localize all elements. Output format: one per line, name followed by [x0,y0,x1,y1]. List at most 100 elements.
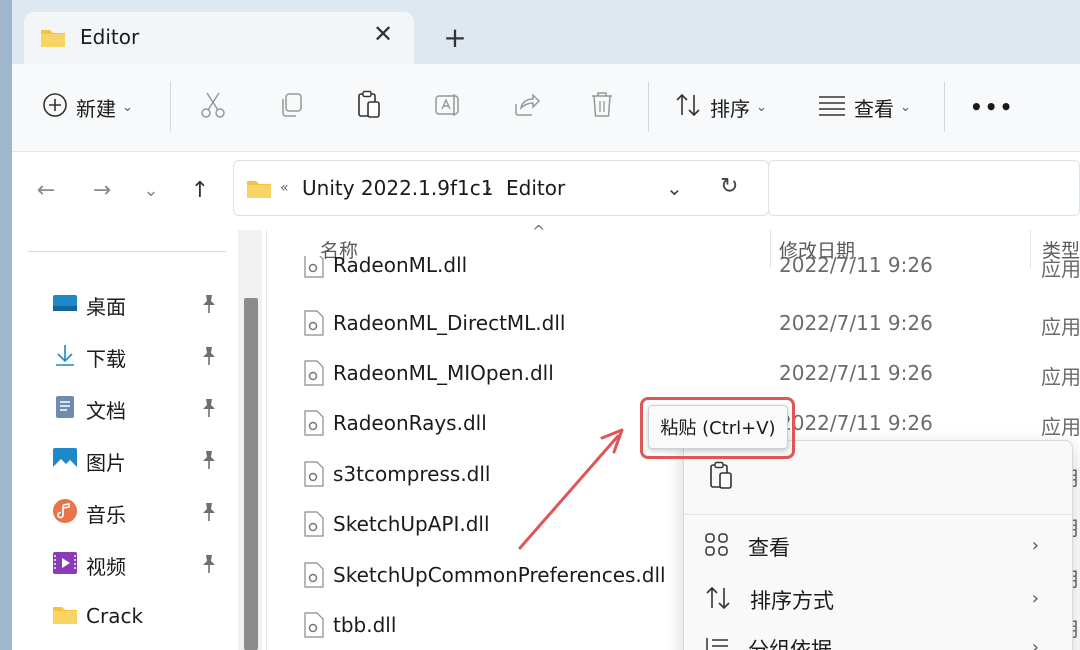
context-menu-item-sort[interactable]: 排序方式 › [704,578,1059,622]
copy-icon [278,92,304,122]
dll-file-icon [304,410,324,440]
sidebar-item-desktop[interactable]: 桌面 [52,288,232,322]
file-date: 2022/7/11 9:26 [779,256,933,277]
sidebar-item-label: 桌面 [86,294,126,319]
sort-label: 排序 [710,96,750,121]
tab-title: Editor [80,25,140,49]
sidebar-item-documents[interactable]: 文档 [52,392,232,426]
new-button[interactable]: 新建 ⌄ [42,64,133,150]
context-menu-label: 排序方式 [750,589,834,613]
pin-icon[interactable] [200,450,218,474]
file-name: SketchUpAPI.dll [333,512,490,536]
file-date: 2022/7/11 9:26 [779,311,933,335]
dll-file-icon [304,612,324,642]
file-name: SketchUpCommonPreferences.dll [333,563,666,587]
trash-icon [590,91,614,123]
rename-icon [434,92,462,122]
context-menu-item-view[interactable]: 查看 › [704,525,1059,569]
sidebar-divider [28,251,226,252]
chevron-right-icon: › [1031,535,1039,556]
dll-file-icon [304,562,324,592]
more-options-button[interactable]: ••• [970,64,1014,150]
sidebar-item-label: 文档 [86,398,126,423]
toolbar-divider [944,82,945,132]
paste-clipboard-icon[interactable] [708,461,734,495]
rename-button[interactable] [434,64,462,150]
sidebar-item-downloads[interactable]: 下载 [52,340,232,374]
paste-button[interactable] [356,64,382,150]
toolbar-divider [170,82,171,132]
clipboard-icon [356,90,382,124]
tab-close-button[interactable]: ✕ [368,20,398,48]
context-menu: 查看 › 排序方式 › 分组依据 › [683,440,1073,650]
pictures-icon [52,447,78,475]
table-row[interactable]: RadeonML.dll 2022/7/11 9:26 应用 [302,256,1080,286]
cut-button[interactable] [200,64,226,150]
sidebar-item-label: Crack [86,604,144,628]
annotation-highlight-box [640,397,795,459]
chevron-down-icon: ⌄ [756,99,767,115]
folder-icon [52,603,78,629]
address-bar[interactable]: « Unity 2022.1.9f1c1 › Editor ⌄ ↻ [233,160,769,216]
pin-icon[interactable] [200,398,218,422]
recent-locations-button[interactable]: ⌄ [133,174,169,206]
forward-button[interactable]: → [84,174,120,206]
sidebar-item-crack[interactable]: Crack [52,599,232,633]
grid-view-icon [704,532,730,562]
dll-file-icon [304,256,324,282]
file-type: 应用 [1041,365,1080,389]
annotation-arrow [518,428,624,550]
dll-file-icon [304,511,324,541]
address-row: ← → ⌄ ↑ « Unity 2022.1.9f1c1 › Editor ⌄ … [12,152,1080,230]
sidebar-item-videos[interactable]: 视频 [52,548,232,582]
view-button[interactable]: 查看 ⌄ [818,64,911,150]
back-button[interactable]: ← [28,174,64,206]
copy-button[interactable] [278,64,304,150]
music-icon [52,498,78,528]
table-row[interactable]: RadeonML_MIOpen.dll 2022/7/11 9:26 应用 [302,354,1080,394]
sidebar-item-label: 下载 [86,346,126,371]
chevron-down-icon: ⌄ [900,99,911,115]
overflow-chevron[interactable]: « [280,180,289,196]
refresh-button[interactable]: ↻ [720,174,738,199]
up-button[interactable]: ↑ [182,174,218,206]
sidebar-scrollbar-thumb[interactable] [244,298,258,650]
context-menu-label: 查看 [748,536,790,560]
pane-divider [266,230,267,650]
delete-button[interactable] [590,64,614,150]
sort-button[interactable]: 排序 ⌄ [674,64,767,150]
scissors-icon [200,90,226,124]
sidebar-item-music[interactable]: 音乐 [52,496,232,530]
sidebar-item-pictures[interactable]: 图片 [52,444,232,478]
dll-file-icon [304,461,324,491]
pin-icon[interactable] [200,294,218,318]
file-name: tbb.dll [333,613,397,637]
new-label: 新建 [76,96,116,121]
address-dropdown-button[interactable]: ⌄ [666,176,683,200]
context-menu-item-group[interactable]: 分组依据 › [704,627,1059,650]
breadcrumb-unity[interactable]: Unity 2022.1.9f1c1 [302,176,493,200]
sort-arrows-icon [674,92,702,122]
dll-file-icon [304,360,324,390]
pin-icon[interactable] [200,554,218,578]
chevron-right-icon: › [1031,637,1039,650]
breadcrumb-editor[interactable]: Editor [506,176,565,200]
tab-editor[interactable]: Editor ✕ [24,12,414,64]
file-type: 应用 [1041,315,1080,339]
download-icon [52,343,78,371]
new-tab-button[interactable]: + [440,20,470,56]
search-input[interactable] [768,160,1080,216]
table-row[interactable]: RadeonML_DirectML.dll 2022/7/11 9:26 应用 [302,304,1080,344]
share-button[interactable] [512,64,541,150]
file-name: RadeonML_MIOpen.dll [333,361,554,385]
file-name: s3tcompress.dll [333,462,491,486]
folder-icon [246,177,272,203]
pin-icon[interactable] [200,346,218,370]
file-type: 应用 [1041,415,1080,439]
file-name: RadeonML_DirectML.dll [333,311,566,335]
document-icon [52,394,78,424]
file-name: RadeonML.dll [333,256,468,277]
pin-icon[interactable] [200,502,218,526]
file-type: 应用 [1041,257,1080,281]
sort-indicator-icon: ^ [532,222,546,241]
